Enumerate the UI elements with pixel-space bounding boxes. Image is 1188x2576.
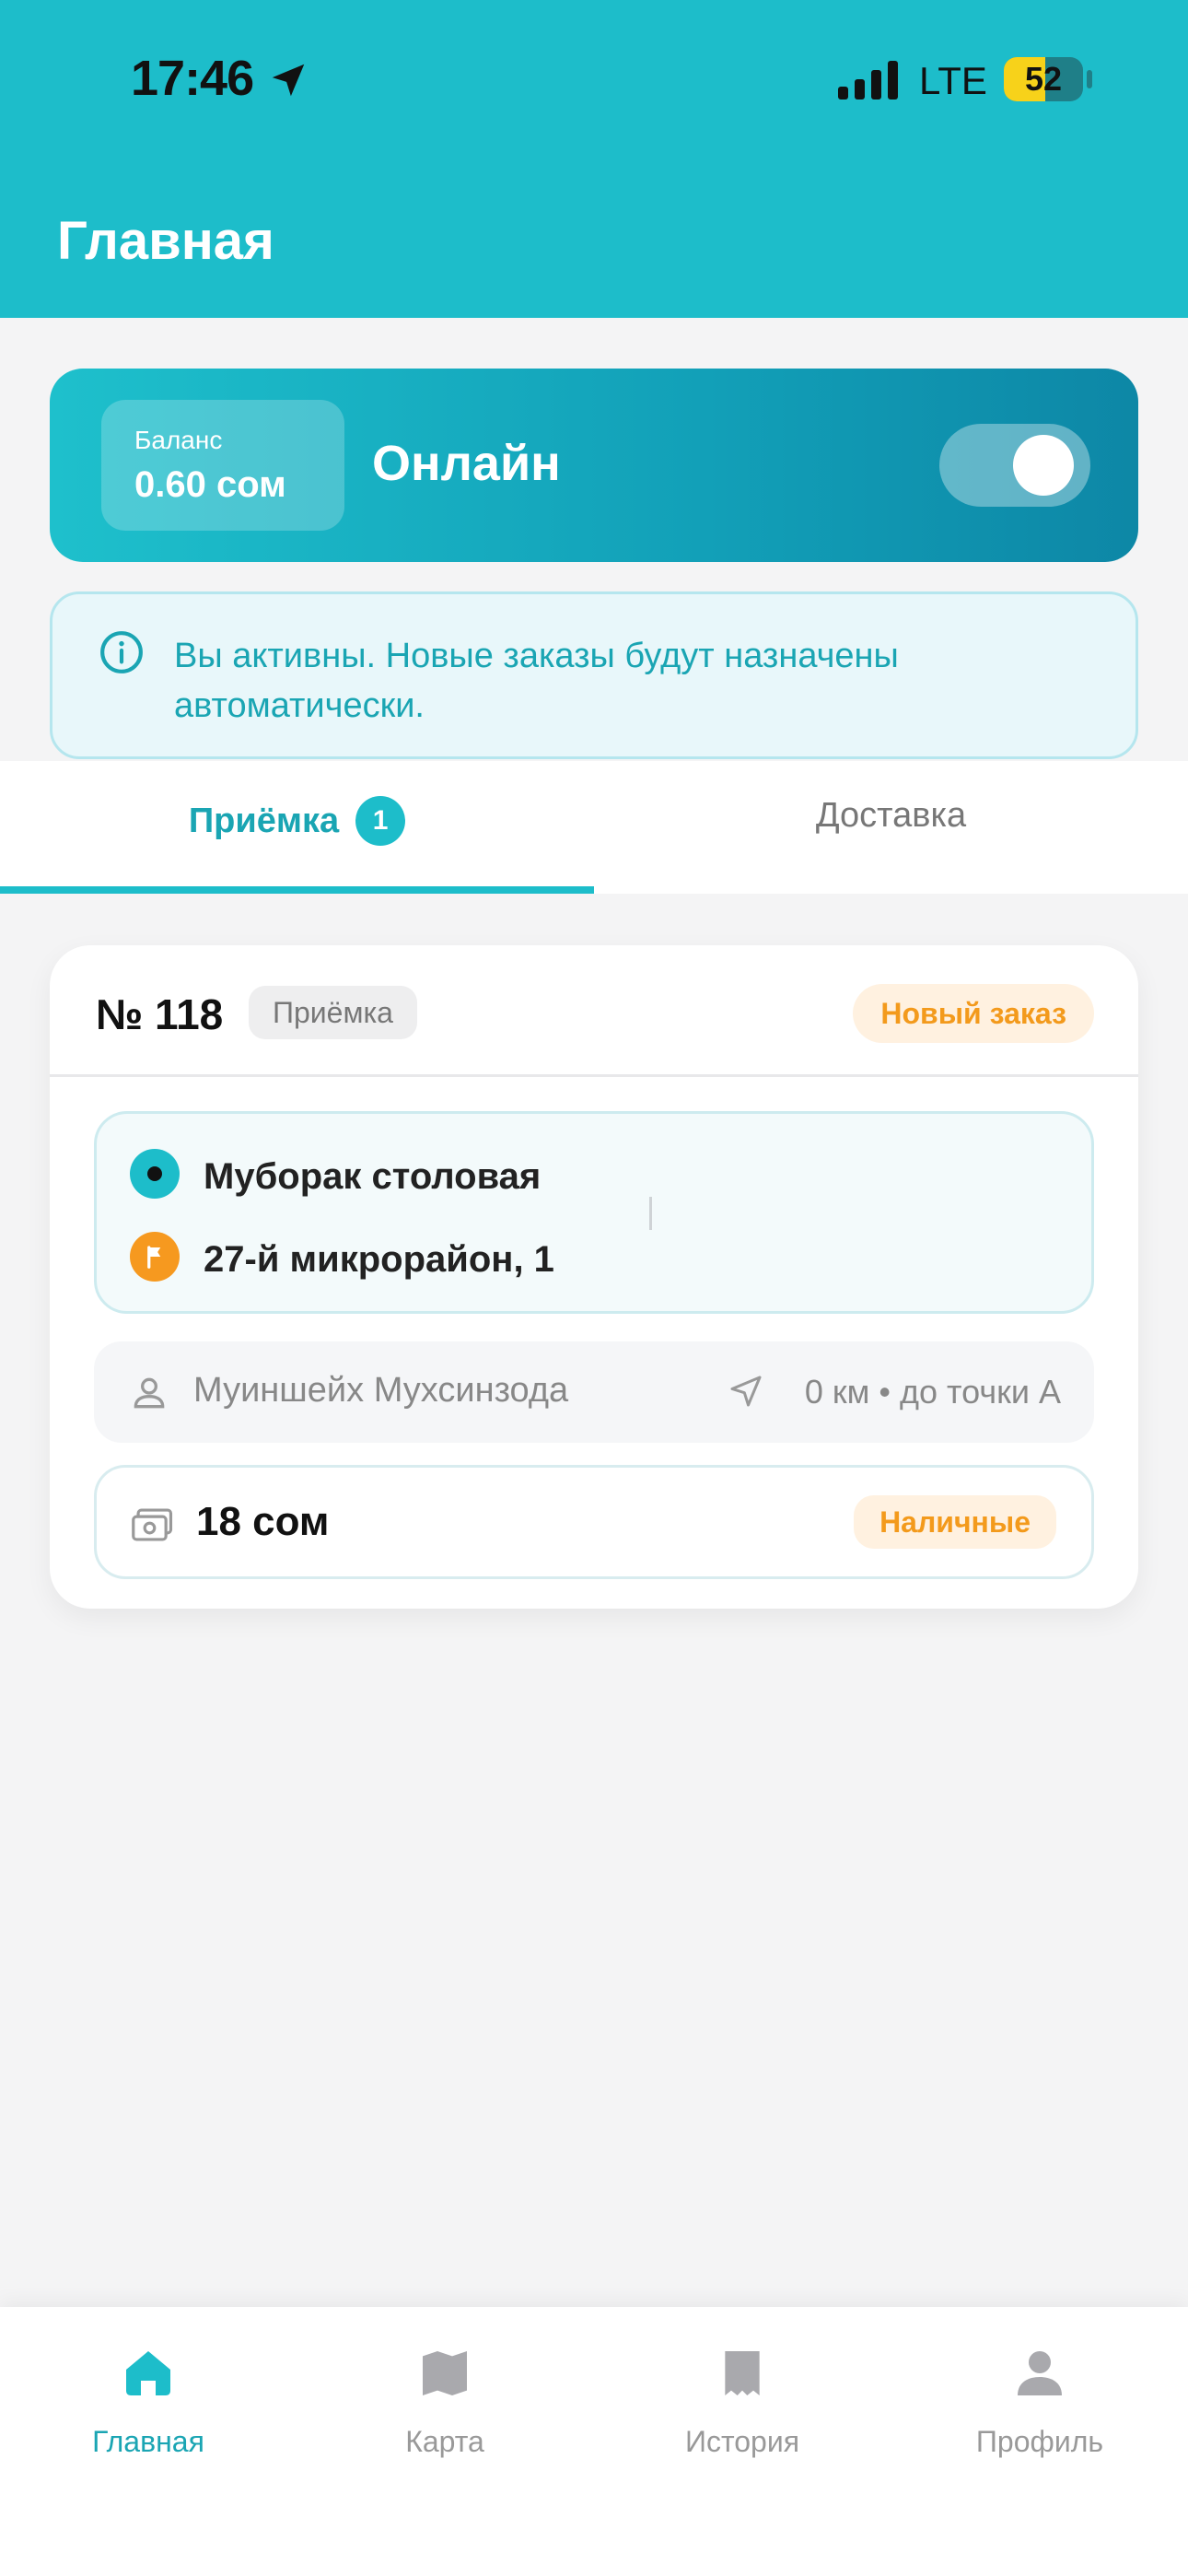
nav-home[interactable]: Главная [0,2344,297,2482]
nav-map-label: Карта [405,2425,484,2458]
tab-active-indicator [0,886,594,894]
point-a-icon [130,1149,180,1199]
balance-box[interactable]: Баланс 0.60 сом [101,400,344,531]
nav-home-label: Главная [92,2425,204,2458]
cash-icon [132,1508,173,1541]
bottom-nav: Главная Карта История Профиль [0,2307,1188,2576]
route-divider [649,1197,652,1230]
tab-delivery-label: Доставка [815,796,967,835]
tab-pickup-label: Приёмка [188,801,340,840]
info-icon [100,631,143,673]
receipt-icon [725,2351,760,2395]
nav-history-label: История [684,2425,800,2458]
order-price: 18 сом [196,1499,330,1544]
order-status-badge: Новый заказ [853,984,1094,1043]
order-type-badge: Приёмка [249,986,417,1039]
profile-icon [1018,2351,1062,2395]
status-time: 17:46 [131,51,254,106]
nav-map[interactable]: Карта [297,2344,593,2482]
map-icon [423,2351,467,2395]
card-divider [50,1074,1138,1077]
payment-method-badge: Наличные [854,1495,1056,1549]
order-number: № 118 [96,990,224,1038]
nav-profile[interactable]: Профиль [891,2344,1188,2482]
nav-profile-label: Профиль [975,2425,1104,2458]
info-banner: Вы активны. Новые заказы будут назначены… [50,591,1138,759]
balance-label: Баланс [134,426,223,454]
order-card[interactable]: № 118 Приёмка Новый заказ Муборак столов… [50,945,1138,1609]
flag-icon [130,1232,180,1282]
network-type: LTE [919,59,987,102]
battery-icon: 52 [1004,57,1083,101]
tab-pickup[interactable]: Приёмка 1 [0,761,594,894]
route-box: Муборак столовая 27-й микрорайон, 1 [94,1111,1094,1314]
signal-icon [838,61,898,100]
distance-to-point: 0 км • до точки А [804,1373,1061,1411]
point-b-address: 27-й микрорайон, 1 [204,1239,554,1280]
price-row: 18 сом Наличные [94,1465,1094,1579]
online-status-label: Онлайн [372,436,561,491]
nav-history[interactable]: История [594,2344,891,2482]
online-toggle[interactable] [939,424,1090,507]
location-arrow-icon [272,64,305,97]
home-icon [126,2351,170,2395]
point-a-address: Муборак столовая [204,1156,542,1197]
info-text: Вы активны. Новые заказы будут назначены… [174,637,899,725]
tabs: Приёмка 1 Доставка [0,761,1188,894]
header: 17:46 LTE 52 Главная [0,0,1188,318]
tab-pickup-badge: 1 [355,796,406,846]
battery-tip [1087,70,1092,88]
customer-row: Муиншейх Мухсинзода 0 км • до точки А [94,1341,1094,1443]
balance-value: 0.60 сом [134,464,286,505]
battery-level: 52 [1024,60,1063,98]
screen: 17:46 LTE 52 Главная Баланс 0.60 сом Онл… [0,0,1188,2576]
navigation-icon [730,1376,762,1407]
balance-card: Баланс 0.60 сом Онлайн [50,369,1138,562]
page-title: Главная [57,211,274,271]
toggle-knob [1013,435,1074,496]
user-icon [134,1377,165,1409]
tab-delivery[interactable]: Доставка [594,761,1188,894]
customer-name: Муиншейх Мухсинзода [193,1371,569,1410]
